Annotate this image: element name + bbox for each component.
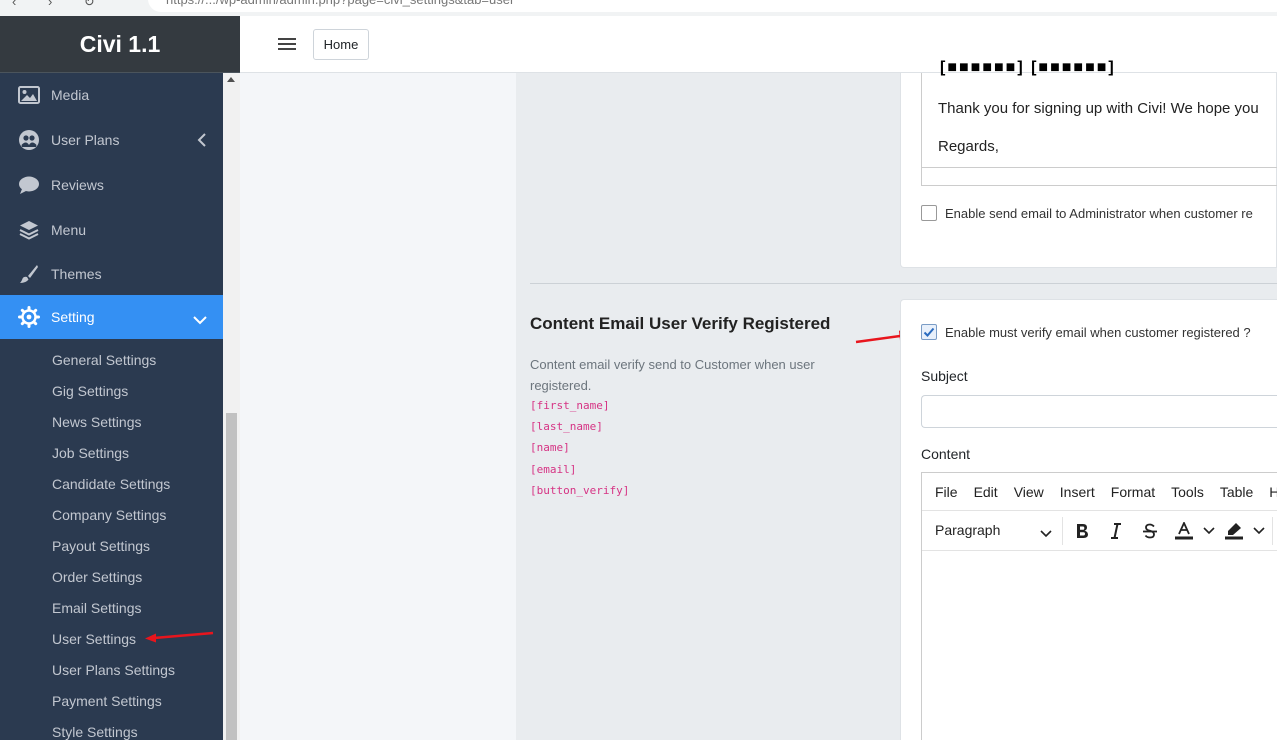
email-body-line: Thank you for signing up with Civi! We h…	[938, 100, 1259, 117]
strikethrough-icon[interactable]	[1140, 519, 1160, 543]
layers-icon	[15, 219, 43, 241]
content-label: Content	[921, 446, 971, 462]
verify-email-checkbox-label: Enable must verify email when customer r…	[945, 325, 1251, 340]
chevron-down-icon[interactable]	[1252, 519, 1266, 543]
previous-email-card: [■■■■■■] [■■■■■■] Thank you for signing …	[900, 59, 1277, 268]
sidebar-item-label: User Plans	[51, 132, 120, 148]
block-format-select[interactable]: Paragraph	[935, 522, 1000, 538]
section-title: Content Email User Verify Registered	[530, 314, 831, 333]
sidebar-subitem-general-settings[interactable]: General Settings	[52, 344, 156, 375]
placeholder-tag: [email]	[530, 463, 577, 476]
menu-insert[interactable]: Insert	[1060, 484, 1095, 500]
placeholder-tag: [last_name]	[530, 420, 603, 433]
admin-email-checkbox-label: Enable send email to Administrator when …	[945, 206, 1253, 221]
menu-format[interactable]: Format	[1111, 484, 1155, 500]
scroll-up-icon[interactable]	[227, 77, 235, 82]
italic-icon[interactable]	[1106, 519, 1126, 543]
admin-email-checkbox[interactable]	[921, 205, 937, 221]
sidebar-subitem-email-settings[interactable]: Email Settings	[52, 592, 141, 623]
sidebar-item-label: Media	[51, 87, 90, 103]
sidebar-item-menu[interactable]: Menu	[0, 208, 223, 252]
section-divider	[530, 283, 1277, 284]
sidebar-subitem-user-settings[interactable]: User Settings	[52, 623, 136, 654]
annotation-arrow	[145, 631, 214, 643]
toolbar-separator	[1062, 517, 1063, 545]
placeholder-tag: [name]	[530, 441, 570, 454]
sidebar-subitem-gig-settings[interactable]: Gig Settings	[52, 375, 128, 406]
highlight-color-icon[interactable]	[1222, 519, 1246, 543]
browser-nav-icons[interactable]: ‹ › ↻	[12, 0, 109, 10]
checkmark-icon	[923, 327, 935, 337]
verify-email-card: Enable must verify email when customer r…	[900, 299, 1277, 740]
editor-body[interactable]	[922, 552, 1277, 740]
menu-help[interactable]: He	[1269, 484, 1277, 500]
content-editor: File Edit View Insert Format Tools Table…	[921, 472, 1277, 740]
sidebar-item-label: Setting	[51, 309, 95, 325]
sidebar-item-label: Themes	[51, 266, 102, 282]
sidebar-subitem-candidate-settings[interactable]: Candidate Settings	[52, 468, 170, 499]
editor-status-bar	[922, 167, 1277, 168]
menu-edit[interactable]: Edit	[974, 484, 998, 500]
section-description: Content email verify send to Customer wh…	[530, 357, 815, 393]
home-button[interactable]: Home	[313, 29, 369, 60]
sidebar-subitem-company-settings[interactable]: Company Settings	[52, 499, 166, 530]
scrollbar-thumb[interactable]	[226, 413, 237, 740]
image-icon	[15, 84, 43, 106]
sidebar-item-reviews[interactable]: Reviews	[0, 163, 223, 207]
top-navbar: Home	[240, 16, 1277, 73]
sidebar-item-user-plans[interactable]: User Plans	[0, 118, 223, 162]
chevron-left-icon	[197, 133, 207, 150]
chevron-down-icon[interactable]	[1202, 519, 1216, 543]
email-body-line: Regards,	[938, 138, 999, 155]
email-placeholder-line: [■■■■■■] [■■■■■■]	[940, 59, 1116, 76]
sidebar-scrollbar[interactable]	[223, 73, 240, 740]
menu-file[interactable]: File	[935, 484, 958, 500]
bold-icon[interactable]	[1072, 519, 1092, 543]
comment-icon	[15, 174, 43, 196]
sidebar-subitem-style-settings[interactable]: Style Settings	[52, 716, 138, 740]
main-content: [■■■■■■] [■■■■■■] Thank you for signing …	[240, 59, 1277, 740]
toolbar-separator	[1272, 517, 1273, 545]
users-icon	[15, 129, 43, 151]
gear-icon	[15, 306, 43, 328]
menu-table[interactable]: Table	[1220, 484, 1253, 500]
menu-tools[interactable]: Tools	[1171, 484, 1204, 500]
verify-email-checkbox[interactable]	[921, 324, 937, 340]
editor-toolbar: Paragraph	[922, 511, 1277, 551]
brush-icon	[15, 263, 43, 285]
sidebar-item-label: Reviews	[51, 177, 104, 193]
sidebar-item-media[interactable]: Media	[0, 73, 223, 117]
previous-email-editor[interactable]: [■■■■■■] [■■■■■■] Thank you for signing …	[921, 59, 1277, 186]
sidebar: Civi 1.1 Media User Plans Reviews Menu T…	[0, 16, 240, 740]
text-color-icon[interactable]	[1172, 519, 1196, 543]
brand-title[interactable]: Civi 1.1	[0, 16, 240, 73]
chevron-down-icon	[193, 312, 207, 328]
browser-toolbar: ‹ › ↻ https://.../wp-admin/admin.php?pag…	[0, 0, 1277, 16]
sidebar-item-setting[interactable]: Setting	[0, 295, 223, 339]
address-bar[interactable]: https://.../wp-admin/admin.php?page=civi…	[148, 0, 1277, 12]
sidebar-subitem-job-settings[interactable]: Job Settings	[52, 437, 129, 468]
subject-input[interactable]	[921, 395, 1277, 428]
sidebar-item-themes[interactable]: Themes	[0, 252, 223, 296]
sidebar-nav: Media User Plans Reviews Menu Themes Set…	[0, 73, 223, 740]
placeholder-tag: [button_verify]	[530, 484, 630, 497]
sidebar-item-label: Menu	[51, 222, 87, 238]
subject-label: Subject	[921, 368, 968, 384]
sidebar-subitem-payout-settings[interactable]: Payout Settings	[52, 530, 150, 561]
placeholder-tag: [first_name]	[530, 399, 610, 412]
sidebar-subitem-news-settings[interactable]: News Settings	[52, 406, 141, 437]
editor-menubar: File Edit View Insert Format Tools Table…	[922, 473, 1277, 511]
chevron-down-icon[interactable]	[1040, 525, 1052, 543]
sidebar-subitem-user-plans-settings[interactable]: User Plans Settings	[52, 654, 175, 685]
sidebar-subitem-payment-settings[interactable]: Payment Settings	[52, 685, 162, 716]
menu-view[interactable]: View	[1014, 484, 1044, 500]
sidebar-subitem-order-settings[interactable]: Order Settings	[52, 561, 142, 592]
hamburger-menu-icon[interactable]	[278, 38, 296, 50]
